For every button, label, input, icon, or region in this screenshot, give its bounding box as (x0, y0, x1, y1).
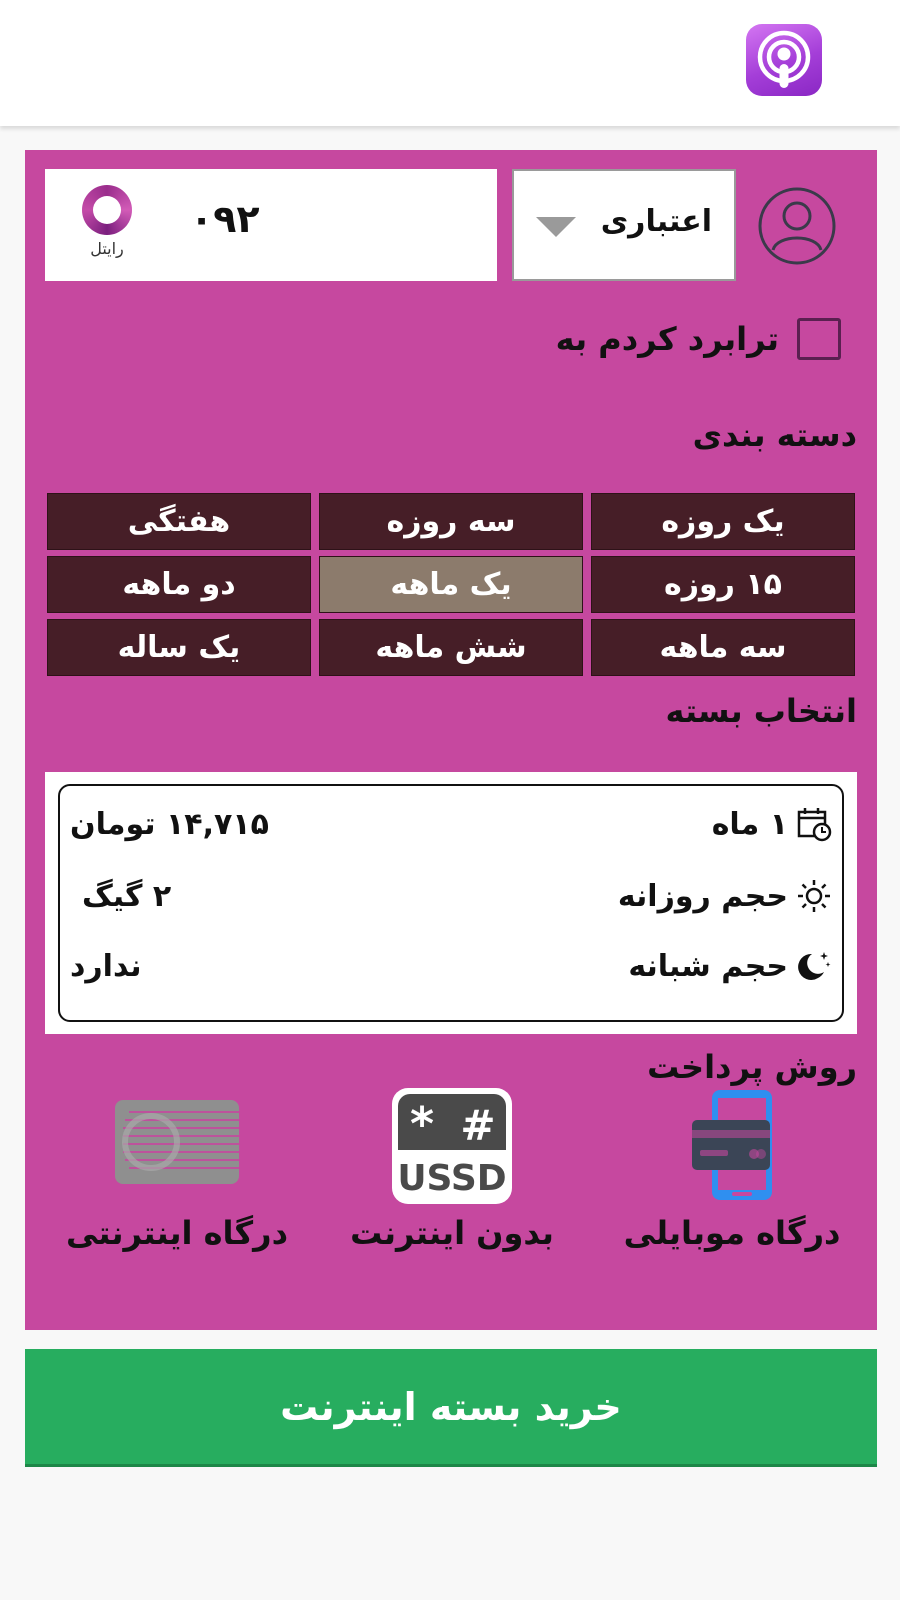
category-three-months[interactable]: سه ماهه (591, 619, 855, 676)
dropdown-arrow-icon (536, 217, 576, 237)
phone-number-field[interactable]: رایتل ۰۹۲ (45, 169, 497, 281)
payment-mobile-gateway[interactable]: درگاه موبایلی (602, 1088, 862, 1288)
payment-methods: درگاه موبایلی * # USSD بدون اینترنت درگا… (25, 1088, 877, 1288)
internet-gateway-icon (115, 1100, 239, 1184)
package-row-night: حجم شبانه ندارد (70, 944, 832, 988)
moon-stars-icon (798, 952, 831, 980)
category-grid: یک روزه سه روزه هفتگی ۱۵ روزه یک ماهه دو… (47, 493, 855, 677)
daily-volume-label: حجم روزانه (617, 878, 788, 914)
podcast-app-icon (746, 24, 822, 96)
package-row-daily: حجم روزانه ۲ گیگ (70, 874, 832, 918)
ussd-icon: * # USSD (392, 1088, 512, 1204)
svg-text:#: # (460, 1101, 495, 1150)
category-weekly[interactable]: هفتگی (47, 493, 311, 550)
category-one-day[interactable]: یک روزه (591, 493, 855, 550)
mobile-card-icon (692, 1090, 772, 1200)
category-six-months[interactable]: شش ماهه (319, 619, 583, 676)
sim-type-value: اعتباری (600, 204, 712, 239)
night-volume-value: ندارد (70, 948, 142, 984)
payment-mobile-gateway-label: درگاه موبایلی (623, 1214, 841, 1252)
payment-ussd[interactable]: * # USSD بدون اینترنت (322, 1088, 582, 1288)
purchase-panel: رایتل ۰۹۲ اعتباری ترابرد کردم به دسته بن… (25, 150, 877, 1330)
package-price: ۱۴,۷۱۵ تومان (70, 806, 269, 842)
package-list: ۱ ماه ۱۴,۷۱۵ تومان حجم روزانه ۲ گیگ حجم … (45, 772, 857, 1034)
operator-name: رایتل (90, 239, 124, 258)
ussd-icon-text: USSD (397, 1158, 506, 1199)
transfer-checkbox-row[interactable]: ترابرد کردم به (556, 316, 841, 362)
category-three-days[interactable]: سه روزه (319, 493, 583, 550)
package-card[interactable]: ۱ ماه ۱۴,۷۱۵ تومان حجم روزانه ۲ گیگ حجم … (58, 784, 844, 1022)
night-volume-label: حجم شبانه (628, 948, 788, 984)
payment-title: روش پرداخت (647, 1048, 857, 1086)
top-bar (0, 0, 900, 126)
payment-internet-gateway[interactable]: درگاه اینترنتی (47, 1088, 307, 1288)
transfer-checkbox[interactable] (797, 318, 841, 360)
daily-volume-value: ۲ گیگ (82, 878, 172, 914)
payment-internet-gateway-label: درگاه اینترنتی (66, 1214, 288, 1252)
payment-ussd-label: بدون اینترنت (350, 1214, 554, 1252)
rightel-logo: رایتل (77, 185, 137, 265)
category-fifteen-days[interactable]: ۱۵ روزه (591, 556, 855, 613)
rightel-logo-icon (82, 185, 132, 235)
package-title: انتخاب بسته (665, 692, 857, 730)
calendar-clock-icon (797, 808, 832, 842)
contacts-user-icon[interactable] (757, 186, 837, 266)
category-one-year[interactable]: یک ساله (47, 619, 311, 676)
sun-icon (798, 880, 830, 912)
phone-number-value: ۰۹۲ (190, 197, 260, 241)
category-one-month[interactable]: یک ماهه (319, 556, 583, 613)
category-two-months[interactable]: دو ماهه (47, 556, 311, 613)
svg-text:*: * (410, 1097, 434, 1151)
transfer-checkbox-label: ترابرد کردم به (555, 320, 779, 358)
package-row-duration: ۱ ماه ۱۴,۷۱۵ تومان (70, 802, 832, 846)
sim-type-select[interactable]: اعتباری (512, 169, 736, 281)
buy-package-button[interactable]: خرید بسته اینترنت (25, 1349, 877, 1467)
package-duration: ۱ ماه (711, 806, 788, 842)
categories-title: دسته بندی (692, 416, 857, 454)
